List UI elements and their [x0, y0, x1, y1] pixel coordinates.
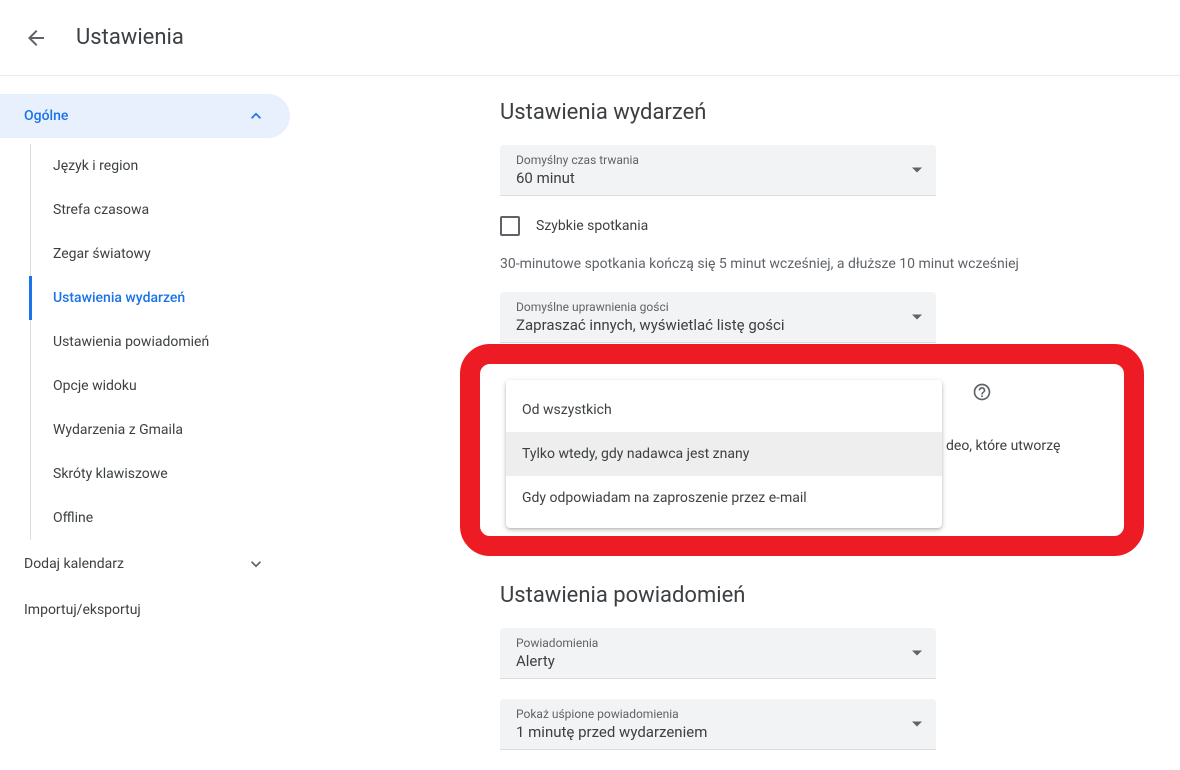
- section-title-notifications: Ustawienia powiadomień: [500, 583, 1120, 608]
- page-title: Ustawienia: [76, 25, 184, 50]
- dropdown-option-known-sender[interactable]: Tylko wtedy, gdy nadawca jest znany: [506, 432, 942, 476]
- subnav-item-notification-settings[interactable]: Ustawienia powiadomień: [31, 320, 300, 364]
- select-label: Domyślny czas trwania: [516, 153, 896, 167]
- nav-item-add-calendar[interactable]: Dodaj kalendarz: [0, 540, 290, 588]
- arrow-left-icon: [24, 26, 48, 50]
- nav-item-label: Importuj/eksportuj: [24, 602, 141, 618]
- dropdown-menu-invitations: Od wszystkich Tylko wtedy, gdy nadawca j…: [506, 380, 942, 528]
- nav-item-import-export[interactable]: Importuj/eksportuj: [0, 588, 290, 632]
- select-label: Pokaż uśpione powiadomienia: [516, 707, 896, 721]
- subnav-item-offline[interactable]: Offline: [31, 496, 300, 540]
- select-value: 60 minut: [516, 169, 896, 187]
- subnav-item-world-clock[interactable]: Zegar światowy: [31, 232, 300, 276]
- nav-group-label: Ogólne: [24, 108, 68, 124]
- dropdown-arrow-icon: [912, 168, 922, 173]
- subnav-item-event-settings[interactable]: Ustawienia wydarzeń: [29, 276, 300, 320]
- select-label: Domyślne uprawnienia gości: [516, 300, 896, 314]
- nav-group-general[interactable]: Ogólne: [0, 94, 290, 138]
- select-notifications[interactable]: Powiadomienia Alerty: [500, 628, 936, 679]
- partial-text-video: deo, które utworzę: [946, 438, 1060, 454]
- select-label: Powiadomienia: [516, 636, 896, 650]
- dropdown-arrow-icon: [912, 722, 922, 727]
- help-icon[interactable]: [972, 382, 992, 402]
- subnav: Język i region Strefa czasowa Zegar świa…: [30, 144, 300, 540]
- select-default-duration[interactable]: Domyślny czas trwania 60 minut: [500, 145, 936, 196]
- speedy-info-text: 30-minutowe spotkania kończą się 5 minut…: [500, 256, 1120, 272]
- dropdown-option-email-reply[interactable]: Gdy odpowiadam na zaproszenie przez e-ma…: [506, 476, 942, 520]
- nav-item-label: Dodaj kalendarz: [24, 556, 124, 572]
- sidebar: Ogólne Język i region Strefa czasowa Zeg…: [0, 76, 300, 770]
- chevron-down-icon: [246, 554, 266, 574]
- subnav-item-view-options[interactable]: Opcje widoku: [31, 364, 300, 408]
- subnav-item-keyboard-shortcuts[interactable]: Skróty klawiszowe: [31, 452, 300, 496]
- section-title-events: Ustawienia wydarzeń: [500, 100, 1120, 125]
- select-guest-permissions[interactable]: Domyślne uprawnienia gości Zapraszać inn…: [500, 292, 936, 343]
- subnav-item-gmail-events[interactable]: Wydarzenia z Gmaila: [31, 408, 300, 452]
- dropdown-option-from-everyone[interactable]: Od wszystkich: [506, 388, 942, 432]
- subnav-item-language[interactable]: Język i region: [31, 144, 300, 188]
- back-button[interactable]: [24, 26, 48, 50]
- chevron-up-icon: [246, 106, 266, 126]
- checkbox-speedy-meetings: Szybkie spotkania: [500, 216, 1120, 236]
- checkbox-input[interactable]: [500, 216, 520, 236]
- dropdown-arrow-icon: [912, 651, 922, 656]
- subnav-item-timezone[interactable]: Strefa czasowa: [31, 188, 300, 232]
- header: Ustawienia: [0, 0, 1180, 76]
- select-snoozed-notifications[interactable]: Pokaż uśpione powiadomienia 1 minutę prz…: [500, 699, 936, 750]
- checkbox-label: Szybkie spotkania: [536, 218, 648, 234]
- select-value: Alerty: [516, 652, 896, 670]
- dropdown-arrow-icon: [912, 315, 922, 320]
- select-value: 1 minutę przed wydarzeniem: [516, 723, 896, 741]
- select-value: Zapraszać innych, wyświetlać listę gości: [516, 316, 896, 334]
